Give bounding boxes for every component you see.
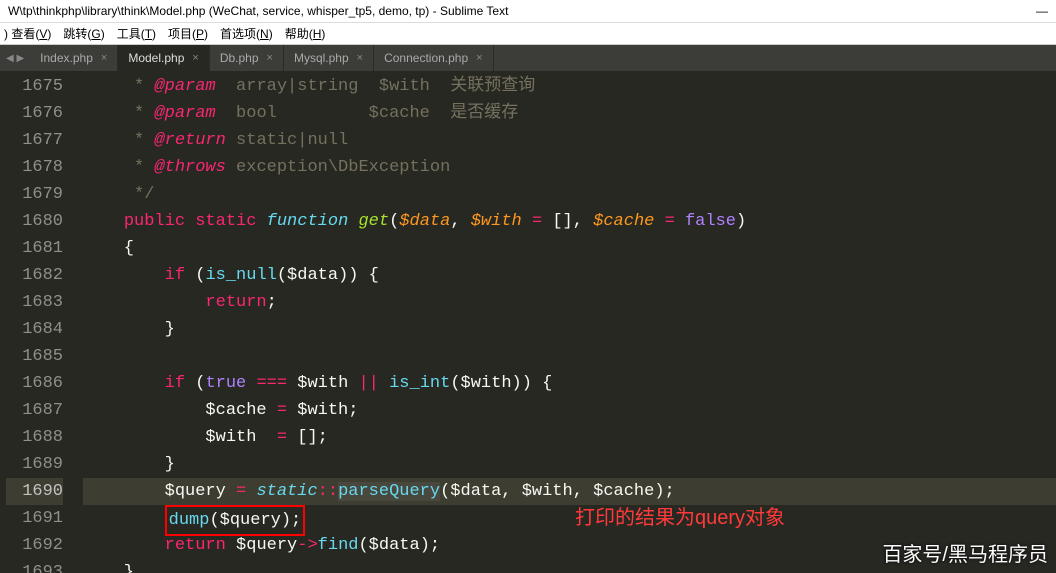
code-line (83, 343, 1056, 370)
tab-index-php[interactable]: Index.php × (30, 45, 118, 71)
line-number: 1675 (6, 73, 63, 100)
watermark: 百家号/黑马程序员 (882, 538, 1048, 567)
close-icon[interactable]: × (192, 52, 198, 64)
code-line: $cache = $with; (83, 397, 1056, 424)
code-line: * @return static|null (83, 127, 1056, 154)
tab-db-php[interactable]: Db.php × (210, 45, 284, 71)
tab-label: Model.php (128, 51, 184, 65)
line-number: 1680 (6, 208, 63, 235)
close-icon[interactable]: × (357, 52, 363, 64)
line-number: 1692 (6, 532, 63, 559)
line-gutter: 1675167616771678167916801681168216831684… (0, 71, 75, 573)
code-line: * @throws exception\DbException (83, 154, 1056, 181)
line-number: 1686 (6, 370, 63, 397)
tab-label: Mysql.php (294, 51, 349, 65)
code-pane: 1675167616771678167916801681168216831684… (0, 71, 1056, 573)
menu-item[interactable]: 项目(P) (168, 27, 208, 41)
menu-item[interactable]: ) 查看(V) (4, 27, 51, 41)
line-number: 1691 (6, 505, 63, 532)
close-icon[interactable]: × (476, 52, 482, 64)
tab-label: Index.php (40, 51, 93, 65)
line-number: 1693 (6, 559, 63, 573)
code-line: dump($query); (83, 505, 1056, 532)
code-line: if (true === $with || is_int($with)) { (83, 370, 1056, 397)
code-line: } (83, 451, 1056, 478)
line-number: 1677 (6, 127, 63, 154)
tab-mysql-php[interactable]: Mysql.php × (284, 45, 374, 71)
code-line: public static function get($data, $with … (83, 208, 1056, 235)
line-number: 1685 (6, 343, 63, 370)
code-line: } (83, 316, 1056, 343)
close-icon[interactable]: × (267, 52, 273, 64)
tab-nav-icons[interactable]: ◀ ▶ (0, 53, 30, 64)
tab-connection-php[interactable]: Connection.php × (374, 45, 494, 71)
code-line: * @param array|string $with 关联预查询 (83, 73, 1056, 100)
editor-area: ◀ ▶ Index.php×Model.php×Db.php×Mysql.php… (0, 45, 1056, 573)
code-line: $with = []; (83, 424, 1056, 451)
menu-bar: ) 查看(V) 跳转(G) 工具(T) 项目(P) 首选项(N) 帮助(H) (0, 23, 1056, 45)
code-content[interactable]: * @param array|string $with 关联预查询 * @par… (75, 71, 1056, 573)
window-titlebar: W\tp\thinkphp\library\think\Model.php (W… (0, 0, 1056, 23)
line-number: 1681 (6, 235, 63, 262)
menu-item[interactable]: 帮助(H) (285, 27, 326, 41)
line-number: 1679 (6, 181, 63, 208)
tab-bar: ◀ ▶ Index.php×Model.php×Db.php×Mysql.php… (0, 45, 1056, 71)
line-number: 1682 (6, 262, 63, 289)
line-number: 1684 (6, 316, 63, 343)
line-number: 1676 (6, 100, 63, 127)
tab-label: Connection.php (384, 51, 468, 65)
line-number: 1687 (6, 397, 63, 424)
code-line: * @param bool $cache 是否缓存 (83, 100, 1056, 127)
close-icon[interactable]: × (101, 52, 107, 64)
minimize-icon[interactable]: — (1036, 4, 1048, 18)
window-title: W\tp\thinkphp\library\think\Model.php (W… (8, 4, 508, 18)
tab-label: Db.php (220, 51, 259, 65)
line-number: 1678 (6, 154, 63, 181)
code-line: if (is_null($data)) { (83, 262, 1056, 289)
code-line: */ (83, 181, 1056, 208)
code-line: return; (83, 289, 1056, 316)
menu-item[interactable]: 跳转(G) (63, 27, 104, 41)
tab-model-php[interactable]: Model.php × (118, 45, 209, 71)
code-line: { (83, 235, 1056, 262)
annotation-text: 打印的结果为query对象 (575, 505, 785, 532)
line-number: 1683 (6, 289, 63, 316)
line-number: 1689 (6, 451, 63, 478)
line-number: 1688 (6, 424, 63, 451)
line-number: 1690 (6, 478, 63, 505)
menu-item[interactable]: 工具(T) (117, 27, 156, 41)
code-line: $query = static::parseQuery($data, $with… (83, 478, 1056, 505)
menu-item[interactable]: 首选项(N) (220, 27, 273, 41)
